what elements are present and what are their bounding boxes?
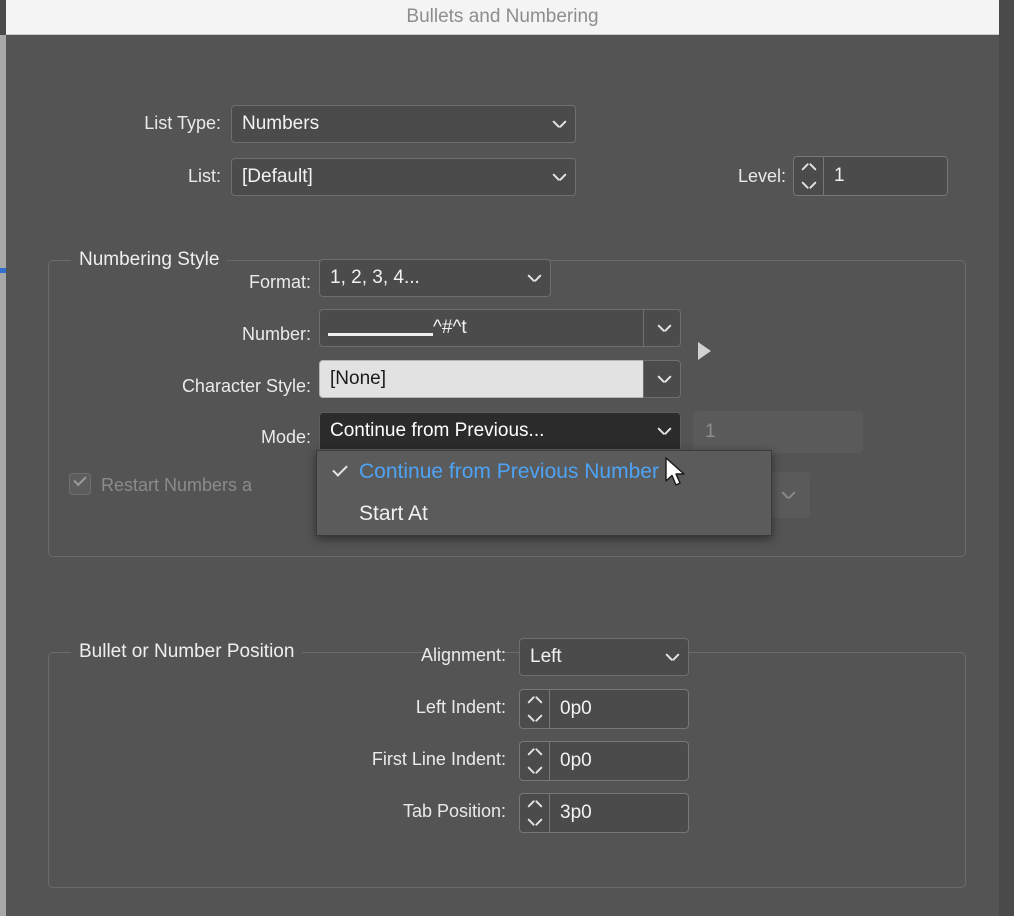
chevron-down-icon xyxy=(553,173,566,181)
first-line-indent-stepper[interactable]: 0p0 xyxy=(519,741,689,781)
start-at-value: 1 xyxy=(705,421,716,442)
character-style-value: [None] xyxy=(330,368,386,389)
list-value: [Default] xyxy=(242,166,313,187)
left-indent-stepper[interactable]: 0p0 xyxy=(519,689,689,729)
character-style-dropdown-button[interactable] xyxy=(643,360,681,398)
format-value: 1, 2, 3, 4... xyxy=(330,267,420,288)
chevron-down-icon[interactable] xyxy=(528,765,542,772)
chevron-down-icon xyxy=(553,120,566,128)
dialog-titlebar: Bullets and Numbering xyxy=(6,0,999,35)
level-stepper[interactable]: 1 xyxy=(793,156,948,196)
chevron-up-icon[interactable] xyxy=(528,750,542,757)
bullets-and-numbering-dialog: Bullets and Numbering List Type: Numbers… xyxy=(6,0,999,916)
tab-position-value: 3p0 xyxy=(560,802,592,823)
start-at-input: 1 xyxy=(693,411,863,453)
tab-position-label: Tab Position: xyxy=(402,801,506,821)
restart-numbers-label: Restart Numbers a xyxy=(101,475,253,495)
list-label: List: xyxy=(187,166,221,186)
format-label: Format: xyxy=(248,272,311,292)
level-label: Level: xyxy=(737,166,786,186)
chevron-up-icon[interactable] xyxy=(528,698,542,705)
mode-option-start-at-label: Start At xyxy=(359,502,428,525)
format-select[interactable]: 1, 2, 3, 4... xyxy=(319,259,551,297)
chevron-down-icon xyxy=(658,375,671,383)
number-combo[interactable]: ^#^t xyxy=(319,309,681,347)
number-placeholder-underline xyxy=(328,316,433,336)
left-indent-value: 0p0 xyxy=(560,698,592,719)
first-line-indent-label: First Line Indent: xyxy=(371,749,506,769)
alignment-label: Alignment: xyxy=(420,645,506,665)
number-value: ^#^t xyxy=(433,317,467,338)
left-indent-label: Left Indent: xyxy=(415,697,506,717)
checkmark-icon xyxy=(73,472,87,487)
character-style-label: Character Style: xyxy=(181,376,311,396)
chevron-down-icon xyxy=(658,427,671,435)
restart-numbers-checkbox xyxy=(69,472,91,495)
list-type-label: List Type: xyxy=(144,113,221,133)
number-input[interactable]: ^#^t xyxy=(319,309,643,347)
numbering-style-group-title: Numbering Style xyxy=(71,249,228,271)
chevron-down-icon[interactable] xyxy=(528,817,542,824)
number-insert-special-button[interactable] xyxy=(694,340,716,362)
mode-label: Mode: xyxy=(260,427,311,447)
level-stepper-arrows[interactable] xyxy=(794,157,824,195)
dialog-body: List Type: Numbers List: [Default] Level… xyxy=(6,35,999,916)
checkmark-icon xyxy=(332,461,348,477)
mode-dropdown-menu[interactable]: Continue from Previous Number Start At xyxy=(316,450,772,536)
number-dropdown-button[interactable] xyxy=(643,309,681,347)
tab-position-stepper-arrows[interactable] xyxy=(520,794,550,832)
first-line-indent-value: 0p0 xyxy=(560,750,592,771)
chevron-down-icon[interactable] xyxy=(528,713,542,720)
dialog-title: Bullets and Numbering xyxy=(406,6,599,27)
mode-select[interactable]: Continue from Previous... xyxy=(319,412,681,450)
list-type-value: Numbers xyxy=(242,113,320,134)
restart-scope-dropdown xyxy=(766,472,810,518)
mode-option-continue[interactable]: Continue from Previous Number xyxy=(317,451,771,493)
desktop-backdrop: Bullets and Numbering List Type: Numbers… xyxy=(0,0,1014,916)
chevron-down-icon xyxy=(782,491,795,499)
chevron-down-icon xyxy=(658,324,671,332)
bullet-number-position-group: Bullet or Number Position xyxy=(48,641,966,888)
character-style-combo[interactable]: [None] xyxy=(319,360,681,398)
first-line-indent-stepper-arrows[interactable] xyxy=(520,742,550,780)
chevron-up-icon[interactable] xyxy=(802,165,816,172)
character-style-input[interactable]: [None] xyxy=(319,360,643,398)
list-type-select[interactable]: Numbers xyxy=(231,105,576,143)
left-indent-stepper-arrows[interactable] xyxy=(520,690,550,728)
mode-value: Continue from Previous... xyxy=(330,420,545,441)
chevron-down-icon xyxy=(666,653,679,661)
level-value: 1 xyxy=(834,165,845,186)
number-label: Number: xyxy=(241,324,311,344)
mode-option-continue-label: Continue from Previous Number xyxy=(359,460,659,483)
mode-option-start-at[interactable]: Start At xyxy=(317,493,771,535)
number-input-content: ^#^t xyxy=(328,310,467,346)
chevron-down-icon[interactable] xyxy=(802,180,816,187)
chevron-up-icon[interactable] xyxy=(528,802,542,809)
alignment-value: Left xyxy=(530,646,562,667)
list-select[interactable]: [Default] xyxy=(231,158,576,196)
tab-position-stepper[interactable]: 3p0 xyxy=(519,793,689,833)
chevron-down-icon xyxy=(528,274,541,282)
alignment-select[interactable]: Left xyxy=(519,638,689,676)
